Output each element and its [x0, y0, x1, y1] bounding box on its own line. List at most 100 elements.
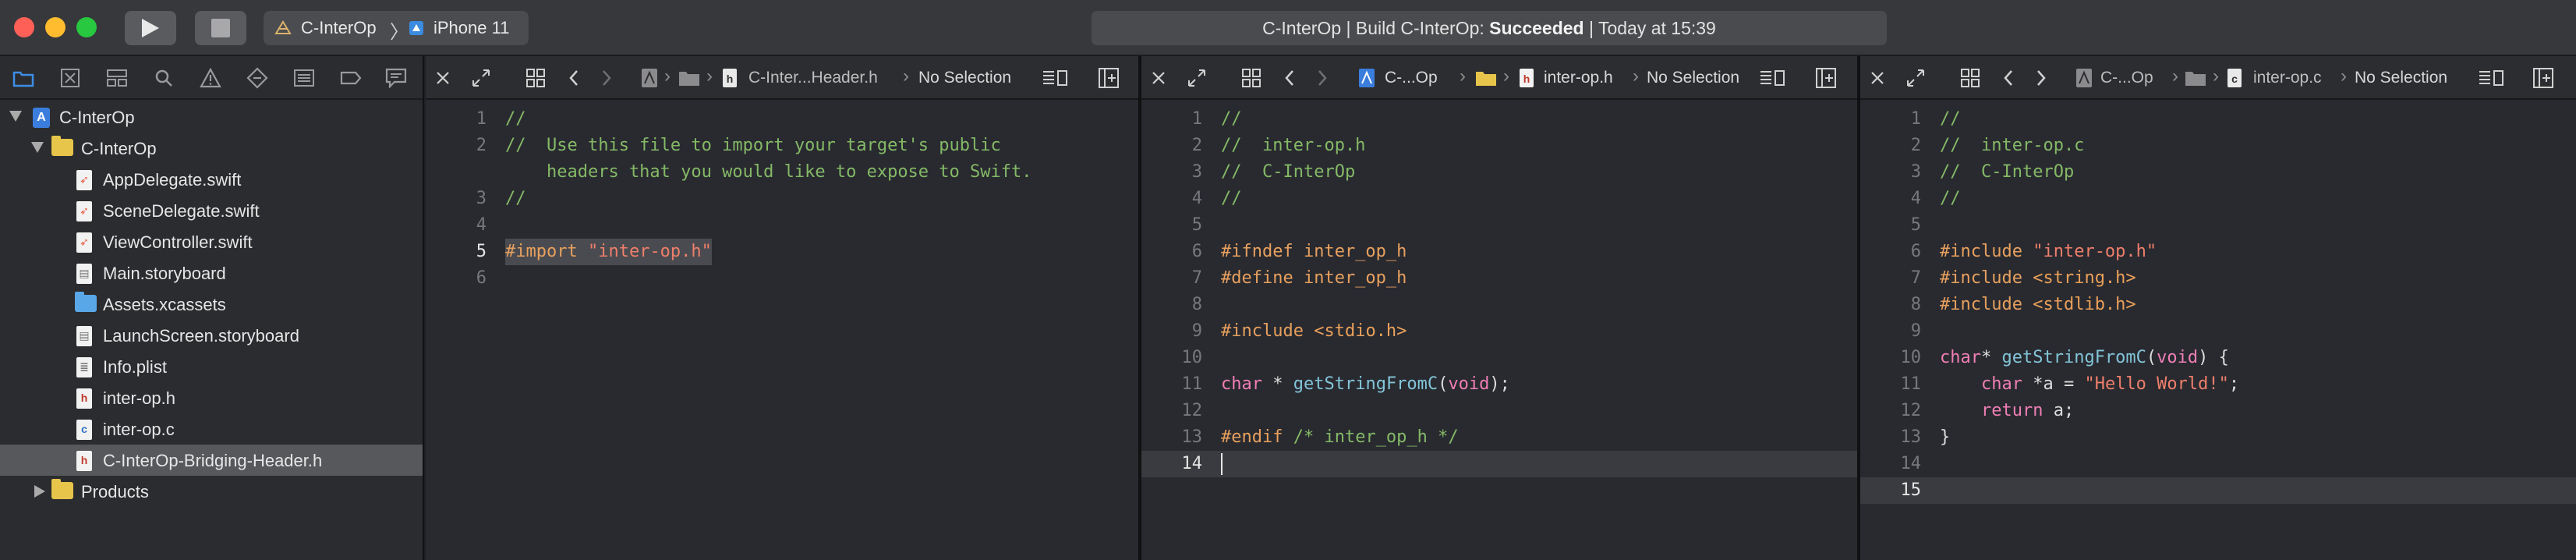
- code-line[interactable]: 4//: [1860, 186, 2576, 212]
- project-icon[interactable]: [1358, 67, 1375, 89]
- go-back-icon[interactable]: [2002, 67, 2015, 89]
- code-line[interactable]: 1//: [426, 106, 1138, 133]
- folder-icon[interactable]: [12, 67, 34, 89]
- code-line[interactable]: 11 char *a = "Hello World!";: [1860, 371, 2576, 398]
- jump-file-name[interactable]: inter-op.h: [1544, 69, 1613, 87]
- group-row[interactable]: C-InterOp: [0, 133, 423, 164]
- disclosure-open-icon[interactable]: [9, 111, 22, 122]
- project-row[interactable]: A C-InterOp: [0, 101, 423, 133]
- jump-selection[interactable]: No Selection: [2355, 69, 2447, 87]
- related-items-icon[interactable]: [1241, 67, 1261, 89]
- code-line[interactable]: 2// inter-op.c: [1860, 133, 2576, 159]
- code-line[interactable]: 10: [1141, 345, 1857, 371]
- symbol-navigator-icon[interactable]: [106, 67, 128, 89]
- project-icon[interactable]: [641, 67, 658, 89]
- test-navigator-icon[interactable]: [246, 67, 268, 89]
- code-line-current[interactable]: 14: [1141, 451, 1857, 477]
- disclosure-open-icon[interactable]: [31, 142, 44, 153]
- file-row[interactable]: h inter-op.h: [0, 382, 423, 413]
- file-row[interactable]: ➶ AppDelegate.swift: [0, 164, 423, 195]
- editor-options-icon[interactable]: [2478, 67, 2504, 89]
- related-items-icon[interactable]: [525, 67, 546, 89]
- file-row[interactable]: ▤ Main.storyboard: [0, 257, 423, 289]
- code-line[interactable]: 2// inter-op.h: [1141, 133, 1857, 159]
- jump-project-name[interactable]: C-...Op: [2100, 69, 2153, 87]
- code-line-current[interactable]: 15: [1860, 477, 2576, 504]
- code-line[interactable]: 12 return a;: [1860, 398, 2576, 424]
- code-line[interactable]: 5: [1141, 212, 1857, 239]
- code-line[interactable]: 7 #include <string.h>: [1860, 265, 2576, 292]
- close-editor-icon[interactable]: [433, 67, 452, 89]
- close-editor-icon[interactable]: [1868, 67, 1887, 89]
- code-line[interactable]: 10 char* getStringFromC(void) {: [1860, 345, 2576, 371]
- file-row[interactable]: Assets.xcassets: [0, 289, 423, 320]
- code-line-wrapped[interactable]: headers that you would like to expose to…: [426, 159, 1138, 186]
- code-line[interactable]: 1//: [1141, 106, 1857, 133]
- group-row[interactable]: Products: [0, 476, 423, 507]
- code-line[interactable]: 7 #define inter_op_h: [1141, 265, 1857, 292]
- disclosure-closed-icon[interactable]: [34, 485, 45, 498]
- expand-editor-icon[interactable]: [471, 67, 491, 89]
- folder-icon[interactable]: [678, 67, 700, 89]
- code-line[interactable]: 6 #ifndef inter_op_h: [1141, 239, 1857, 265]
- go-back-icon[interactable]: [568, 67, 580, 89]
- code-line[interactable]: 3// C-InterOp: [1141, 159, 1857, 186]
- add-editor-icon[interactable]: [2532, 67, 2554, 89]
- report-navigator-icon[interactable]: [385, 67, 407, 89]
- editor-options-icon[interactable]: [1759, 67, 1785, 89]
- code-line[interactable]: 13}: [1860, 424, 2576, 451]
- code-line[interactable]: 9 #include <stdio.h>: [1141, 318, 1857, 345]
- jump-selection[interactable]: No Selection: [918, 69, 1011, 87]
- file-row[interactable]: c inter-op.c: [0, 413, 423, 445]
- folder-icon[interactable]: [1475, 67, 1497, 89]
- code-line[interactable]: 3// C-InterOp: [1860, 159, 2576, 186]
- header-file-icon[interactable]: h: [722, 67, 738, 89]
- activity-viewer[interactable]: C-InterOp | Build C-InterOp: Succeeded |…: [1092, 11, 1887, 45]
- file-row[interactable]: ▤ LaunchScreen.storyboard: [0, 320, 423, 351]
- code-area[interactable]: 1// 2// inter-op.h 3// C-InterOp 4// 5 6…: [1141, 106, 1857, 477]
- debug-navigator-icon[interactable]: [293, 67, 315, 89]
- search-icon[interactable]: [153, 67, 175, 89]
- minimize-window-button[interactable]: [45, 17, 65, 37]
- warning-icon[interactable]: [200, 67, 221, 89]
- add-editor-icon[interactable]: [1098, 67, 1120, 89]
- jump-project-name[interactable]: C-...Op: [1385, 69, 1438, 87]
- code-line[interactable]: 9: [1860, 318, 2576, 345]
- code-line[interactable]: 3//: [426, 186, 1138, 212]
- go-forward-icon[interactable]: [600, 67, 613, 89]
- code-line[interactable]: 2// Use this file to import your target'…: [426, 133, 1138, 159]
- code-area[interactable]: 1// 2// inter-op.c 3// C-InterOp 4// 5 6…: [1860, 106, 2576, 504]
- code-line[interactable]: 14: [1860, 451, 2576, 477]
- zoom-window-button[interactable]: [76, 17, 97, 37]
- stop-button[interactable]: [195, 11, 246, 45]
- file-row[interactable]: ➶ SceneDelegate.swift: [0, 195, 423, 226]
- breakpoint-navigator-icon[interactable]: [340, 67, 362, 89]
- go-forward-icon[interactable]: [1316, 67, 1329, 89]
- code-area[interactable]: 1// 2// Use this file to import your tar…: [426, 106, 1138, 292]
- code-line[interactable]: 13 #endif /* inter_op_h */: [1141, 424, 1857, 451]
- file-row-selected[interactable]: h C-InterOp-Bridging-Header.h: [0, 445, 423, 476]
- run-button[interactable]: [125, 11, 176, 45]
- code-line[interactable]: 1//: [1860, 106, 2576, 133]
- editor-options-icon[interactable]: [1042, 67, 1068, 89]
- related-items-icon[interactable]: [1960, 67, 1980, 89]
- code-line[interactable]: 8: [1141, 292, 1857, 318]
- code-line[interactable]: 6 #include "inter-op.h": [1860, 239, 2576, 265]
- source-control-icon[interactable]: [59, 67, 81, 89]
- code-line[interactable]: 11 char * getStringFromC(void);: [1141, 371, 1857, 398]
- code-line[interactable]: 6: [426, 265, 1138, 292]
- scheme-selector[interactable]: C-InterOp 〉 iPhone 11: [264, 11, 529, 45]
- close-editor-icon[interactable]: [1149, 67, 1168, 89]
- jump-file-name[interactable]: C-Inter...Header.h: [748, 69, 878, 87]
- jump-selection[interactable]: No Selection: [1647, 69, 1739, 87]
- expand-editor-icon[interactable]: [1905, 67, 1926, 89]
- expand-editor-icon[interactable]: [1187, 67, 1207, 89]
- folder-icon[interactable]: [2185, 67, 2206, 89]
- header-file-icon[interactable]: h: [1519, 67, 1534, 89]
- file-row[interactable]: ≣ Info.plist: [0, 351, 423, 382]
- code-line[interactable]: 4: [426, 212, 1138, 239]
- file-row[interactable]: ➶ ViewController.swift: [0, 226, 423, 257]
- project-icon[interactable]: [2075, 67, 2093, 89]
- jump-file-name[interactable]: inter-op.c: [2253, 69, 2322, 87]
- go-forward-icon[interactable]: [2035, 67, 2047, 89]
